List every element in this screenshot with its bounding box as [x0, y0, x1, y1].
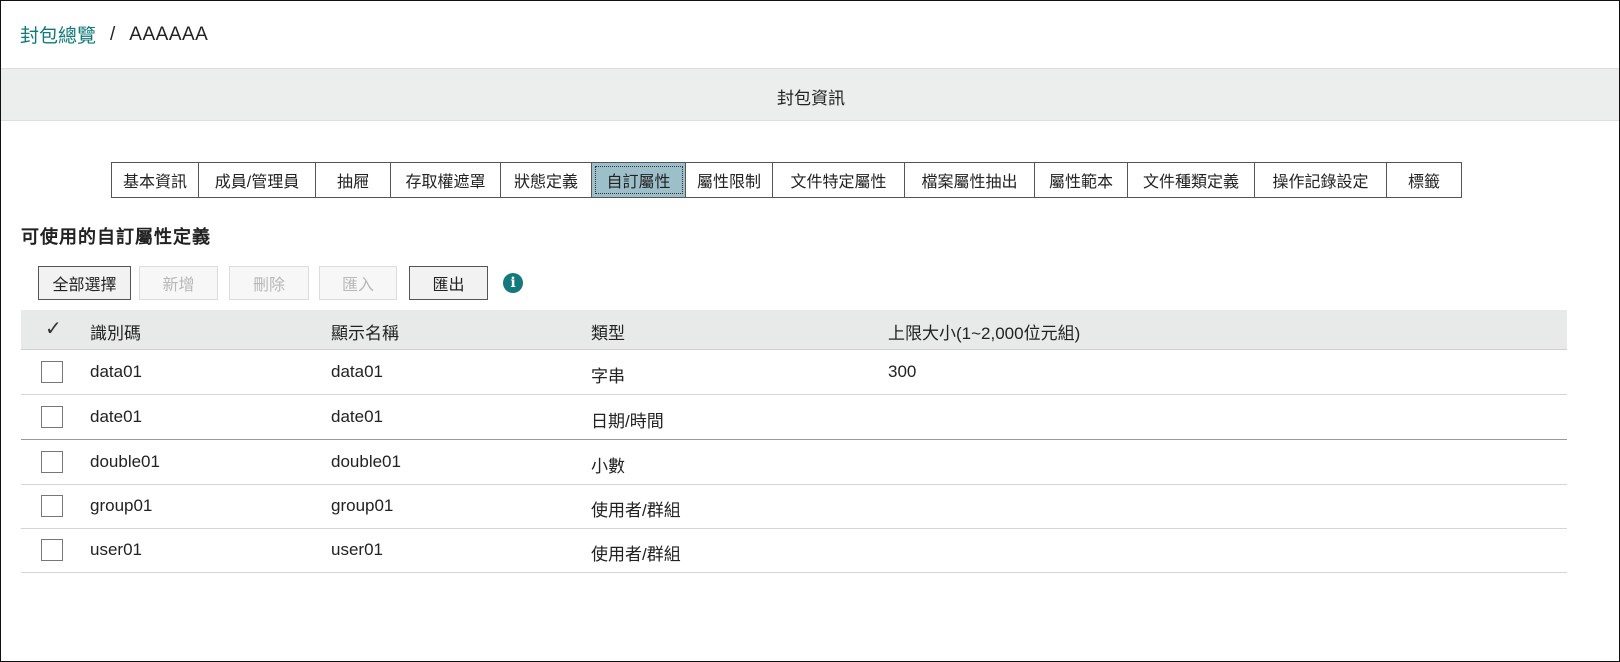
cell-type: 日期/時間	[591, 412, 664, 431]
table-row[interactable]: date01 date01 日期/時間	[21, 395, 1567, 440]
tab-members[interactable]: 成員/管理員	[199, 163, 316, 197]
column-header-type[interactable]: 類型	[591, 319, 625, 344]
tab-status-definition[interactable]: 狀態定義	[501, 163, 592, 197]
breadcrumb-current: AAAAAA	[129, 23, 209, 45]
cell-display-name: data01	[331, 362, 383, 381]
check-all-icon[interactable]: ✓	[45, 316, 62, 341]
table-row[interactable]: group01 group01 使用者/群組	[21, 484, 1567, 529]
info-icon[interactable]: i	[503, 273, 523, 293]
tab-tags[interactable]: 標籤	[1387, 163, 1462, 197]
cell-id: double01	[90, 452, 160, 471]
row-checkbox[interactable]	[41, 361, 63, 383]
cell-id: date01	[90, 407, 142, 426]
column-header-display-name[interactable]: 顯示名稱	[331, 319, 399, 344]
cell-type: 使用者/群組	[591, 545, 681, 564]
row-checkbox[interactable]	[41, 406, 63, 428]
breadcrumb: 封包總覽 / AAAAAA	[20, 21, 208, 48]
tab-bar: 基本資訊 成員/管理員 抽屜 存取權遮罩 狀態定義 自訂屬性 屬性限制 文件特定…	[111, 162, 1462, 198]
table-header: ✓ 識別碼 顯示名稱 類型 上限大小(1~2,000位元組)	[21, 310, 1567, 350]
cell-display-name: date01	[331, 407, 383, 426]
tab-attribute-restrictions[interactable]: 屬性限制	[686, 163, 773, 197]
column-header-max-size[interactable]: 上限大小(1~2,000位元組)	[888, 319, 1080, 344]
breadcrumb-separator: /	[110, 23, 116, 45]
tab-document-specific-attributes[interactable]: 文件特定屬性	[773, 163, 905, 197]
tab-document-type-definition[interactable]: 文件種類定義	[1128, 163, 1255, 197]
cell-id: group01	[90, 496, 153, 515]
tab-access-mask[interactable]: 存取權遮罩	[391, 163, 501, 197]
export-button[interactable]: 匯出	[409, 266, 488, 300]
breadcrumb-root-link[interactable]: 封包總覽	[20, 21, 96, 48]
tab-basic-info[interactable]: 基本資訊	[112, 163, 199, 197]
delete-button[interactable]: 刪除	[229, 266, 309, 300]
table-row[interactable]: double01 double01 小數	[21, 440, 1567, 485]
cell-type: 字串	[591, 367, 625, 386]
column-header-id[interactable]: 識別碼	[90, 319, 141, 344]
section-subtitle: 可使用的自訂屬性定義	[21, 227, 211, 247]
table-row[interactable]: data01 data01 字串 300	[21, 350, 1567, 395]
cell-type: 小數	[591, 457, 625, 476]
tab-operation-log-settings[interactable]: 操作記錄設定	[1255, 163, 1387, 197]
row-checkbox[interactable]	[41, 539, 63, 561]
cell-display-name: double01	[331, 452, 401, 471]
cell-id: data01	[90, 362, 142, 381]
import-button[interactable]: 匯入	[319, 266, 397, 300]
cell-max-size: 300	[888, 362, 917, 381]
tab-drawer[interactable]: 抽屜	[316, 163, 391, 197]
page-frame: 封包總覽 / AAAAAA 封包資訊 基本資訊 成員/管理員 抽屜 存取權遮罩 …	[0, 0, 1620, 662]
cell-id: user01	[90, 540, 142, 559]
select-all-button[interactable]: 全部選擇	[38, 266, 131, 300]
table-row[interactable]: user01 user01 使用者/群組	[21, 528, 1567, 573]
cell-display-name: group01	[331, 496, 394, 515]
row-checkbox[interactable]	[41, 451, 63, 473]
tab-custom-attributes[interactable]: 自訂屬性	[592, 163, 686, 197]
tab-file-attribute-extraction[interactable]: 檔案屬性抽出	[905, 163, 1035, 197]
section-header: 封包資訊	[1, 68, 1619, 121]
add-button[interactable]: 新增	[139, 266, 218, 300]
section-title: 封包資訊	[777, 89, 845, 108]
tab-attribute-templates[interactable]: 屬性範本	[1035, 163, 1128, 197]
cell-type: 使用者/群組	[591, 501, 681, 520]
row-checkbox[interactable]	[41, 495, 63, 517]
cell-display-name: user01	[331, 540, 383, 559]
